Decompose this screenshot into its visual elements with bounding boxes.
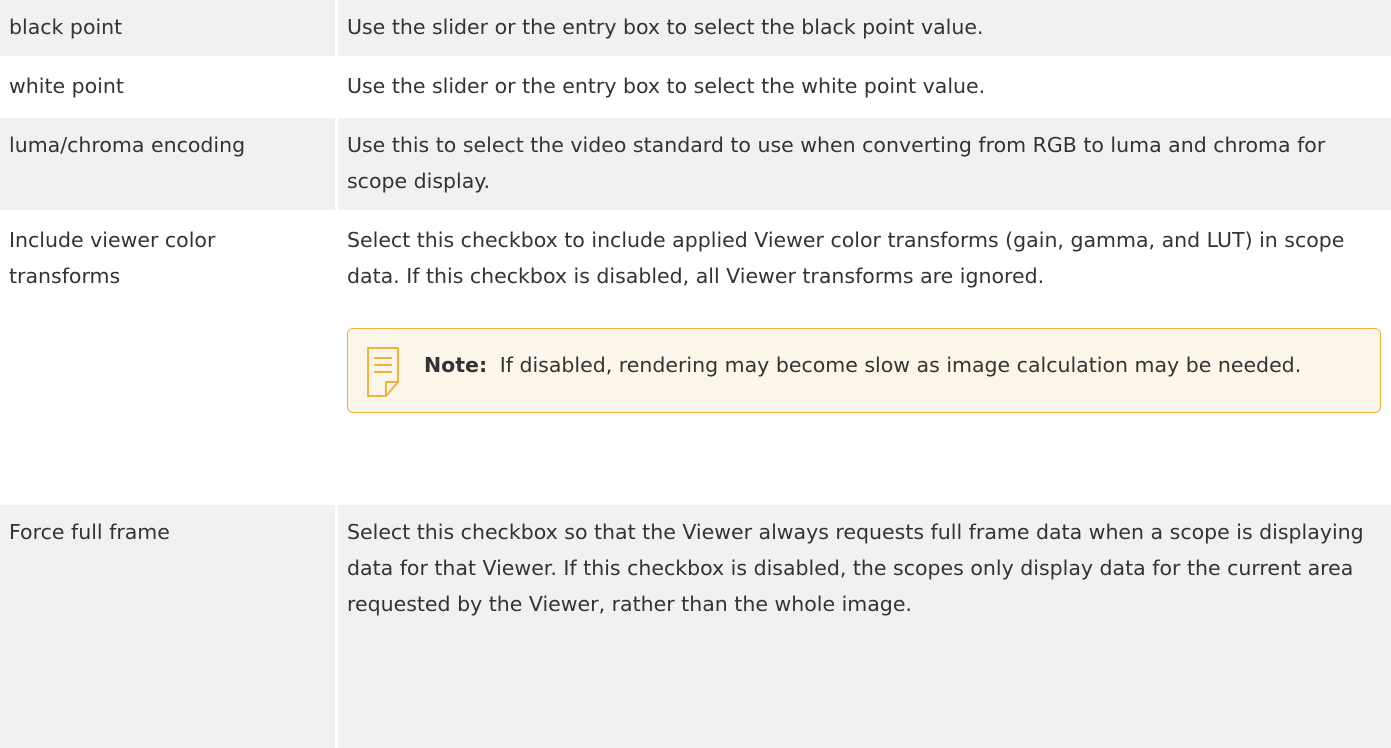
settings-table: black point Use the slider or the entry … (0, 0, 1391, 748)
setting-description-cell: Select this checkbox to include applied … (338, 211, 1391, 505)
table-row: white point Use the slider or the entry … (0, 57, 1391, 118)
setting-description: Select this checkbox so that the Viewer … (338, 503, 1391, 748)
note-text: If disabled, rendering may become slow a… (499, 353, 1302, 377)
note-icon (367, 347, 399, 397)
note-callout: Note: If disabled, rendering may become … (347, 328, 1381, 413)
table-row: Force full frame Select this checkbox so… (0, 503, 1391, 748)
table-row: black point Use the slider or the entry … (0, 0, 1391, 59)
setting-label: luma/chroma encoding (0, 116, 335, 213)
table-row: luma/chroma encoding Use this to select … (0, 116, 1391, 213)
setting-description: Use the slider or the entry box to selec… (338, 57, 1391, 118)
setting-label: black point (0, 0, 335, 59)
setting-description: Select this checkbox to include applied … (347, 228, 1345, 288)
table-row: Include viewer color transforms Select t… (0, 211, 1391, 505)
setting-description: Use this to select the video standard to… (338, 116, 1391, 213)
setting-label: white point (0, 57, 335, 118)
note-title: Note: (424, 353, 488, 377)
setting-label: Force full frame (0, 503, 335, 748)
setting-description: Use the slider or the entry box to selec… (338, 0, 1391, 59)
setting-label: Include viewer color transforms (0, 211, 335, 505)
note-body: Note: If disabled, rendering may become … (424, 344, 1362, 383)
